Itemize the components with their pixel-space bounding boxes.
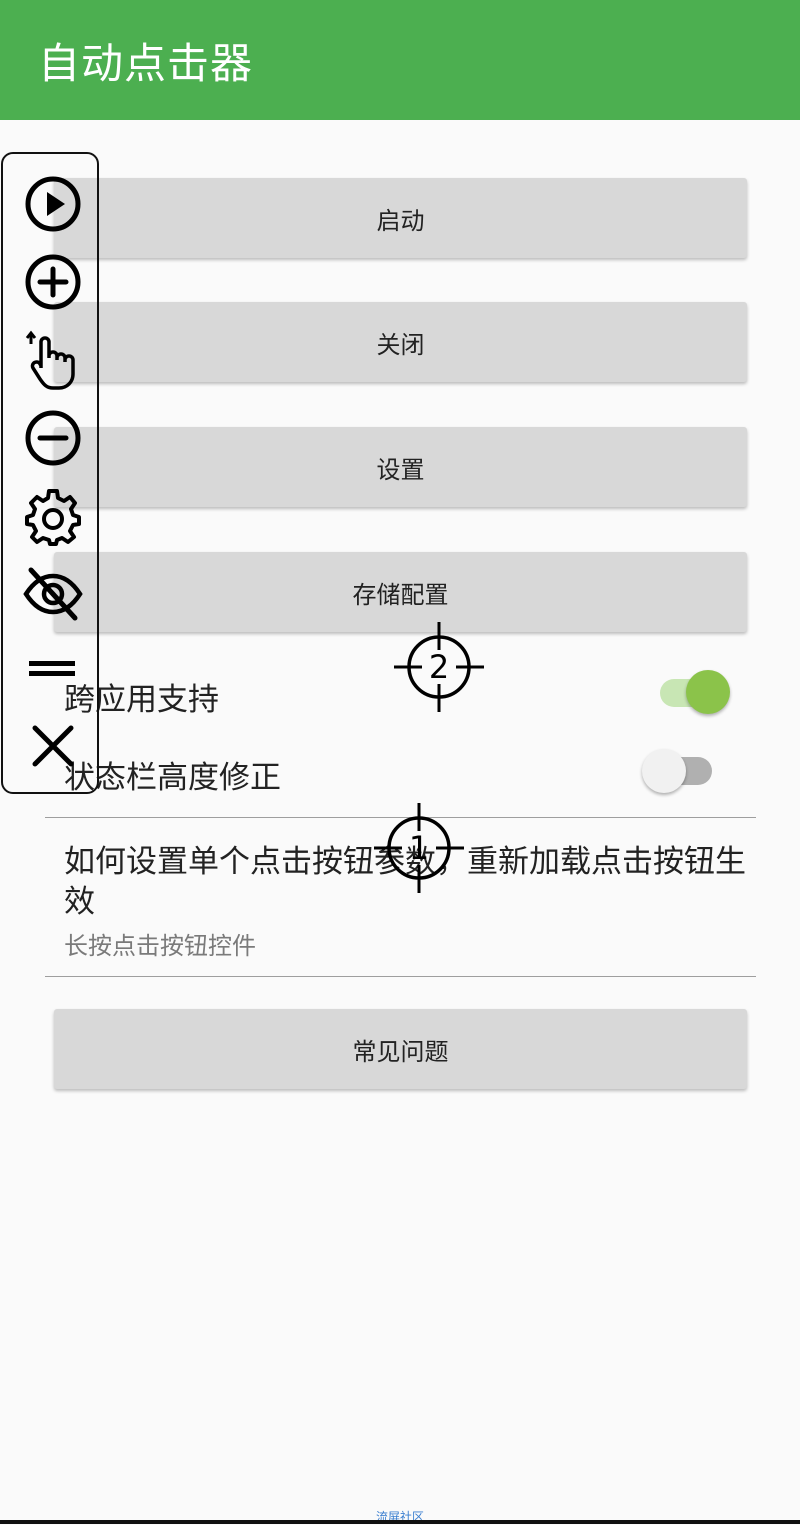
cross-app-support-switch[interactable] bbox=[660, 670, 732, 716]
faq-button[interactable]: 常见问题 bbox=[54, 1009, 747, 1089]
divider bbox=[45, 976, 756, 977]
start-button[interactable]: 启动 bbox=[54, 178, 747, 258]
floating-toolbar bbox=[1, 152, 99, 794]
gear-icon[interactable] bbox=[23, 486, 83, 546]
eye-off-icon[interactable] bbox=[23, 564, 83, 624]
bottom-border bbox=[0, 1520, 800, 1524]
click-target-1[interactable]: 1 bbox=[374, 803, 464, 893]
status-bar-fix-switch[interactable] bbox=[642, 748, 714, 794]
info-subtitle: 长按点击按钮控件 bbox=[64, 932, 256, 960]
settings-button[interactable]: 设置 bbox=[54, 427, 747, 507]
switch-thumb bbox=[686, 670, 730, 714]
app-title: 自动点击器 bbox=[38, 39, 254, 88]
close-button[interactable]: 关闭 bbox=[54, 302, 747, 382]
app-bar: 自动点击器 bbox=[0, 0, 800, 120]
plus-circle-icon[interactable] bbox=[23, 252, 83, 312]
save-config-button[interactable]: 存储配置 bbox=[54, 552, 747, 632]
swipe-hand-icon[interactable] bbox=[23, 330, 83, 390]
close-icon[interactable] bbox=[23, 716, 83, 776]
click-target-2[interactable]: 2 bbox=[394, 622, 484, 712]
switch-thumb bbox=[642, 749, 686, 793]
drag-handle-icon[interactable] bbox=[23, 638, 83, 698]
minus-circle-icon[interactable] bbox=[23, 408, 83, 468]
play-icon[interactable] bbox=[23, 174, 83, 234]
